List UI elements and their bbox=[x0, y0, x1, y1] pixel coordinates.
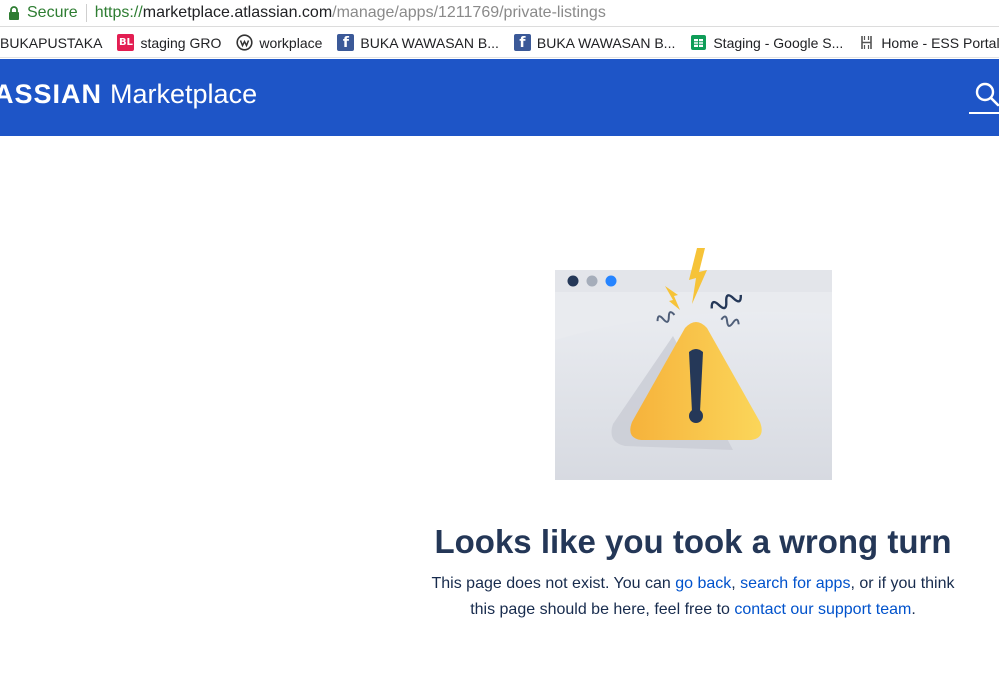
address-bar[interactable]: Secure https://marketplace.atlassian.com… bbox=[0, 0, 999, 27]
bookmark-buka-wawasan-1[interactable]: f BUKA WAWASAN B... bbox=[337, 34, 499, 51]
bookmark-bukapustaka[interactable]: BUKAPUSTAKA bbox=[0, 35, 102, 51]
bookmark-label: workplace bbox=[259, 34, 323, 51]
window-dot-gray bbox=[586, 275, 598, 287]
bookmark-ess-portal[interactable]: Home - ESS Portal bbox=[858, 34, 999, 51]
workplace-icon bbox=[236, 34, 253, 51]
bookmark-label: Home - ESS Portal bbox=[881, 34, 999, 51]
error-message: This page does not exist. You can go bac… bbox=[420, 571, 966, 623]
bookmark-label: BUKA WAWASAN B... bbox=[360, 34, 499, 51]
bookmark-staging-gro[interactable]: BL staging GRO bbox=[117, 34, 221, 51]
search-icon[interactable] bbox=[974, 81, 999, 107]
window-dot-dark bbox=[567, 275, 579, 287]
message-text: . bbox=[911, 601, 916, 618]
bukalapak-icon: BL bbox=[117, 34, 135, 51]
bookmark-staging-google-sheets[interactable]: Staging - Google S... bbox=[690, 34, 843, 51]
brand-marketplace: Marketplace bbox=[110, 79, 258, 109]
bookmarks-bar: BUKAPUSTAKA BL staging GRO workplace f B… bbox=[0, 28, 999, 58]
search-underline bbox=[969, 112, 999, 114]
search-for-apps-link[interactable]: search for apps bbox=[740, 575, 850, 592]
error-title: Looks like you took a wrong turn bbox=[434, 523, 952, 560]
secure-label: Secure bbox=[27, 4, 78, 21]
ess-portal-icon bbox=[861, 36, 873, 49]
bookmark-label: staging GRO bbox=[140, 34, 222, 51]
bookmark-workplace[interactable]: workplace bbox=[236, 34, 322, 51]
bookmark-label: BUKAPUSTAKA bbox=[0, 34, 103, 51]
url-host[interactable]: marketplace.atlassian.com bbox=[143, 4, 332, 22]
message-text: This page does not exist. You can bbox=[431, 575, 676, 592]
address-divider bbox=[85, 4, 87, 22]
atlassian-marketplace-logo[interactable]: ASSIAN Marketplace bbox=[0, 79, 257, 110]
warning-browser-illustration bbox=[555, 248, 832, 480]
window-dot-blue bbox=[605, 275, 617, 287]
url-scheme[interactable]: https:// bbox=[95, 4, 143, 22]
bookmark-buka-wawasan-2[interactable]: f BUKA WAWASAN B... bbox=[513, 34, 676, 51]
google-sheets-icon bbox=[691, 35, 707, 50]
lock-icon bbox=[9, 6, 19, 20]
facebook-icon: f bbox=[513, 34, 531, 51]
contact-support-link[interactable]: contact our support team bbox=[734, 601, 911, 618]
facebook-icon: f bbox=[337, 34, 355, 51]
site-header: ASSIAN Marketplace bbox=[0, 59, 999, 136]
bookmark-label: BUKA WAWASAN B... bbox=[536, 34, 676, 51]
message-text: , bbox=[731, 575, 741, 592]
brand-atlassian: ASSIAN bbox=[0, 79, 103, 109]
go-back-link[interactable]: go back bbox=[675, 575, 731, 592]
bookmark-label: Staging - Google S... bbox=[713, 34, 844, 51]
url-path[interactable]: /manage/apps/1211769/private-listings bbox=[332, 4, 606, 22]
